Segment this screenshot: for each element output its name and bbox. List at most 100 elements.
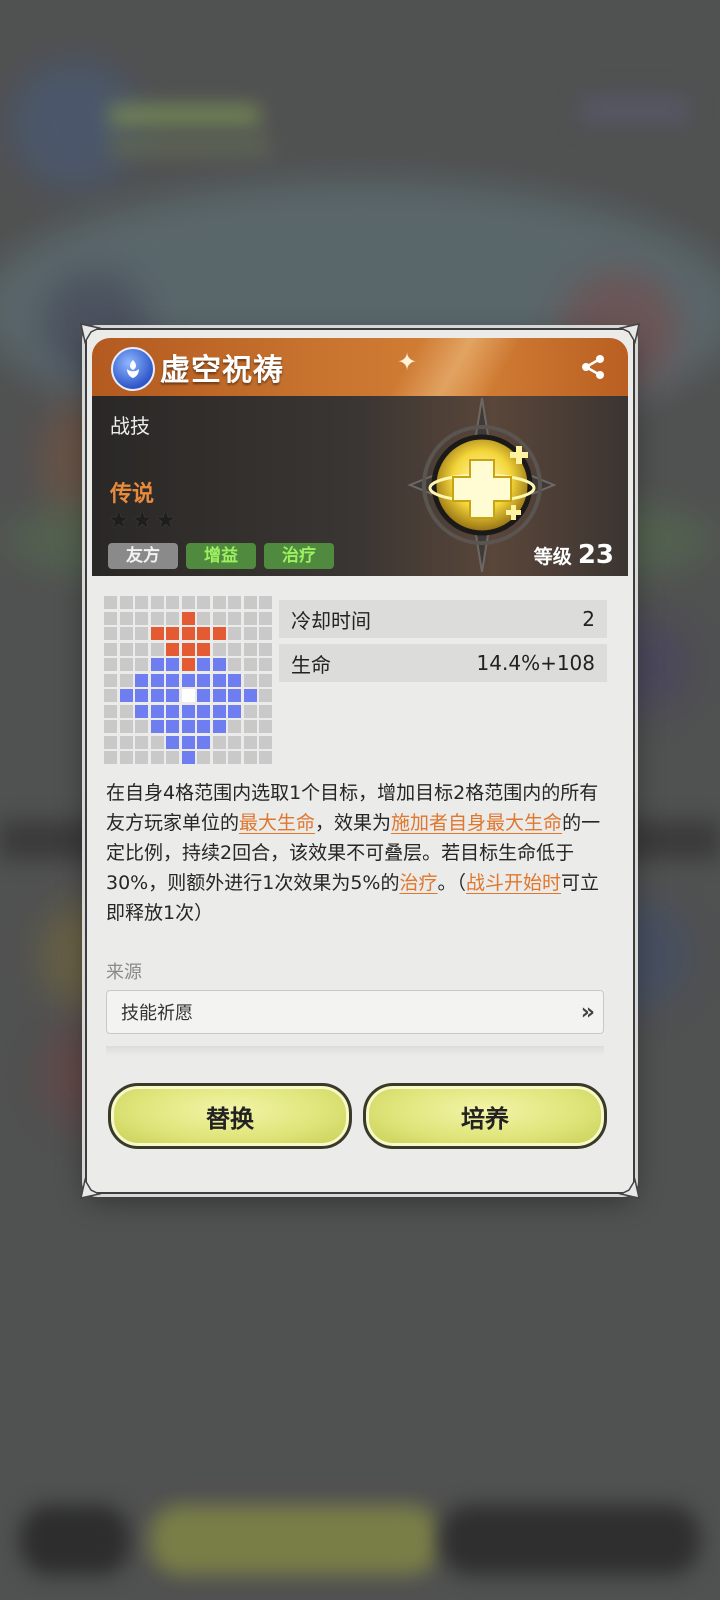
range-cell: [212, 596, 226, 609]
range-cell: [104, 673, 117, 687]
range-cell-effect: [181, 720, 195, 733]
corner-ornament-icon: [79, 1178, 102, 1200]
range-cell-effect: [150, 689, 164, 702]
range-cell: [259, 611, 272, 625]
range-cell: [259, 720, 272, 733]
range-cell: [212, 611, 226, 625]
stat-value: 2: [582, 607, 595, 631]
range-cell-effect: [243, 689, 257, 702]
range-cell: [119, 735, 133, 749]
range-cell: [119, 673, 133, 687]
range-cell: [243, 596, 257, 609]
range-cell: [243, 704, 257, 718]
range-cell: [243, 751, 257, 764]
range-cell: [150, 642, 164, 656]
range-cell-target: [150, 627, 164, 640]
range-cell-effect: [197, 673, 210, 687]
tag-heal: 治疗: [264, 543, 334, 569]
range-cell-effect: [166, 735, 179, 749]
range-cell: [259, 704, 272, 718]
level-value: 23: [577, 540, 614, 570]
share-icon[interactable]: [578, 352, 608, 382]
skill-rarity: 传说: [110, 482, 155, 507]
range-cell: [228, 735, 241, 749]
source-label: 来源: [106, 962, 142, 983]
range-cell: [181, 596, 195, 609]
range-cell: [228, 642, 241, 656]
star-rating: ★ ★ ★: [108, 508, 177, 532]
range-cell: [104, 642, 117, 656]
corner-ornament-icon: [79, 322, 102, 344]
range-cell-target: [181, 627, 195, 640]
stat-label: 冷却时间: [291, 608, 371, 633]
range-cell-effect: [135, 689, 148, 702]
upgrade-button[interactable]: 培养: [363, 1083, 607, 1149]
range-cell: [119, 642, 133, 656]
range-cell-effect: [150, 673, 164, 687]
range-cell-effect: [212, 689, 226, 702]
range-cell: [259, 735, 272, 749]
stat-value: 14.4%+108: [476, 651, 595, 675]
range-cell-effect: [166, 673, 179, 687]
range-cell: [228, 751, 241, 764]
range-cell-effect: [181, 704, 195, 718]
skill-header-panel: 战技 传说 ★ ★ ★ 友方 增益 治疗 等级 23: [92, 396, 628, 576]
range-cell: [228, 596, 241, 609]
range-cell: [104, 720, 117, 733]
range-cell: [119, 611, 133, 625]
range-cell: [135, 735, 148, 749]
range-cell: [119, 704, 133, 718]
range-cell: [259, 642, 272, 656]
range-cell: [135, 658, 148, 671]
source-link[interactable]: 技能祈愿 »: [106, 990, 604, 1034]
corner-ornament-icon: [618, 1178, 641, 1200]
star-icon: ★: [108, 506, 130, 534]
range-cell: [212, 751, 226, 764]
range-cell: [259, 673, 272, 687]
range-cell: [228, 627, 241, 640]
range-cell-effect: [212, 704, 226, 718]
range-cell-target: [166, 642, 179, 656]
range-cell: [150, 751, 164, 764]
range-cell-effect: [150, 720, 164, 733]
keyword-link-heal[interactable]: 治疗: [399, 872, 437, 894]
range-cell-effect: [181, 673, 195, 687]
range-cell: [119, 720, 133, 733]
range-cell: [135, 642, 148, 656]
range-cell: [197, 596, 210, 609]
range-cell-effect: [228, 689, 241, 702]
range-cell: [104, 751, 117, 764]
divider: [106, 1046, 604, 1056]
range-cell-effect: [181, 751, 195, 764]
skill-title-bar: ✦ 虚空祝祷: [92, 338, 628, 396]
range-cell-effect: [150, 704, 164, 718]
range-cell: [104, 627, 117, 640]
range-cell: [212, 735, 226, 749]
skill-name: 虚空祝祷: [160, 353, 284, 388]
range-cell-effect: [150, 658, 164, 671]
range-cell: [259, 658, 272, 671]
range-cell: [166, 596, 179, 609]
range-cell-target: [212, 627, 226, 640]
range-cell-center: [181, 689, 195, 702]
range-cell: [228, 720, 241, 733]
level-label: 等级: [533, 546, 572, 568]
replace-button[interactable]: 替换: [108, 1083, 352, 1149]
sparkle-icon: ✦: [397, 348, 418, 376]
range-cell: [135, 611, 148, 625]
range-cell: [119, 596, 133, 609]
range-cell: [104, 704, 117, 718]
range-cell-effect: [181, 735, 195, 749]
keyword-link-battle-start[interactable]: 战斗开始时: [466, 872, 561, 894]
keyword-link-max-hp[interactable]: 最大生命: [239, 812, 315, 834]
range-cell-effect: [119, 689, 133, 702]
range-cell: [150, 735, 164, 749]
range-cell: [243, 642, 257, 656]
range-cell: [197, 611, 210, 625]
range-cell: [243, 658, 257, 671]
range-cell-effect: [166, 689, 179, 702]
keyword-link-caster-max-hp[interactable]: 施加者自身最大生命: [391, 812, 562, 834]
range-cell: [150, 611, 164, 625]
range-cell: [135, 751, 148, 764]
range-cell-effect: [135, 673, 148, 687]
